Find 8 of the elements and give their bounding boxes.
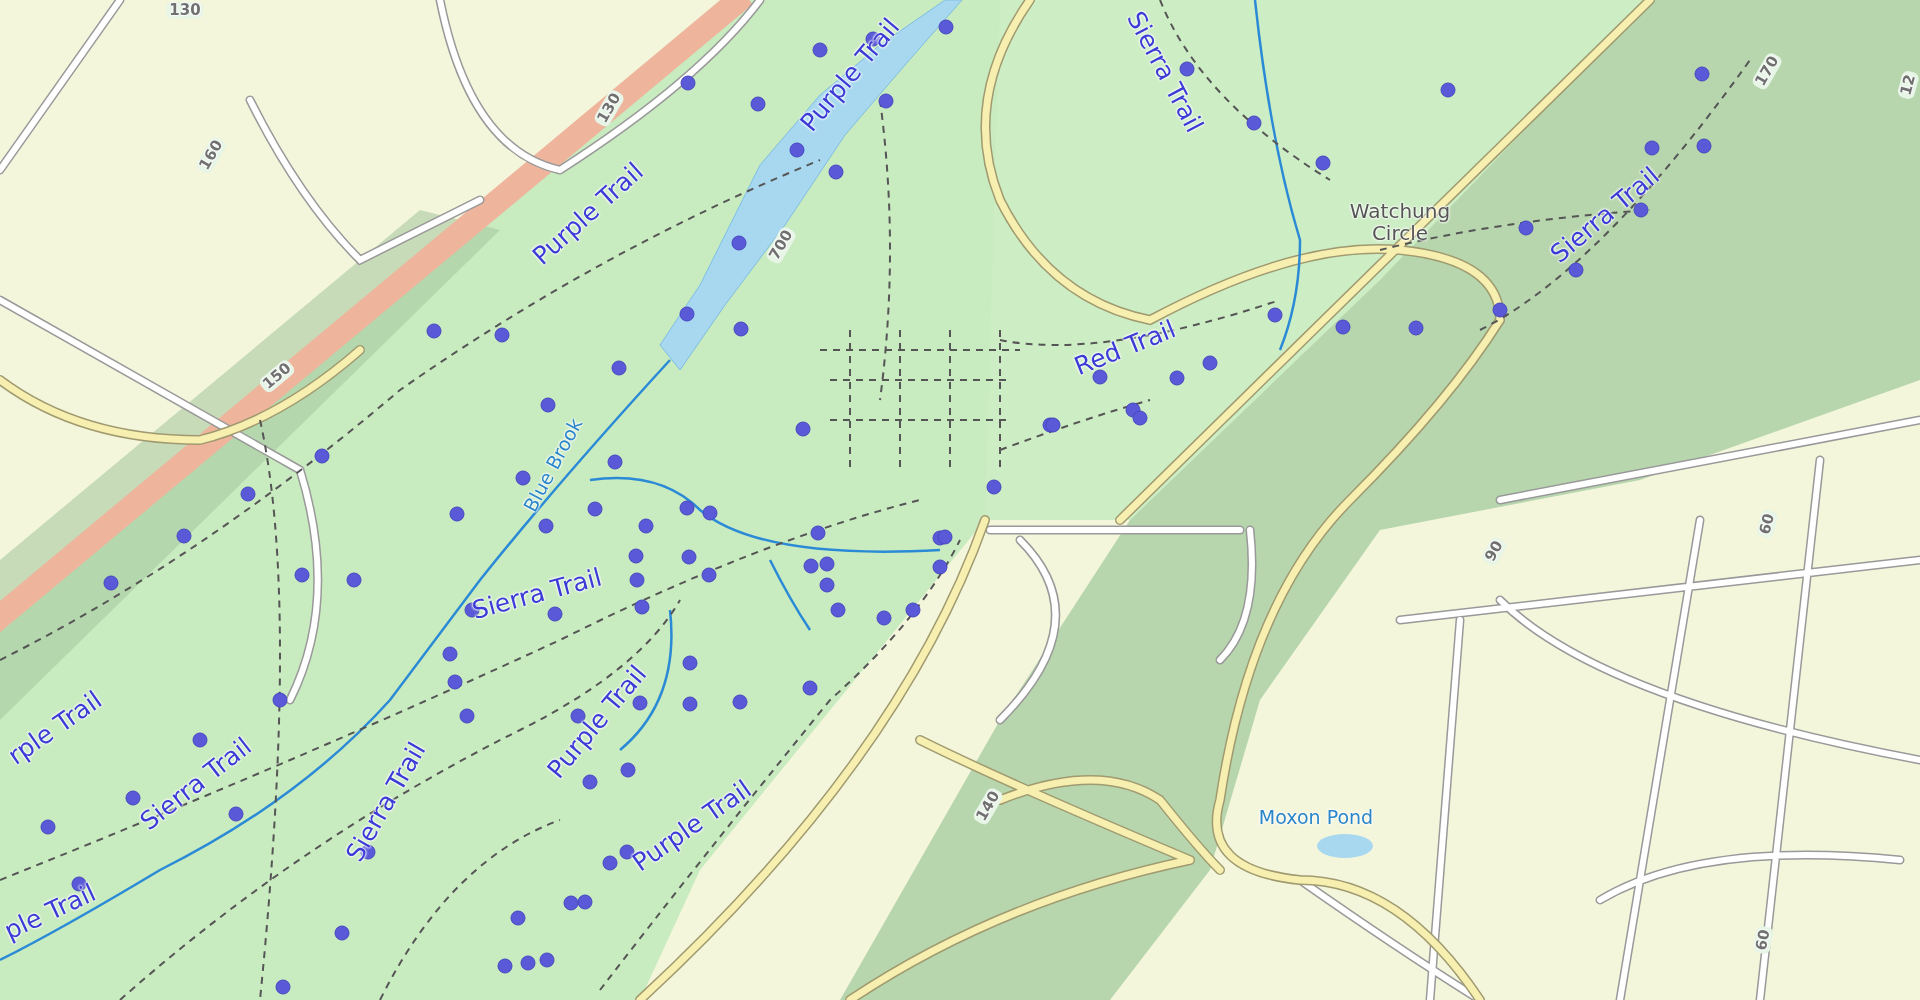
trail-name-label: Red Trail xyxy=(1070,315,1180,381)
elevation-label: 130 xyxy=(166,1,204,19)
trail-name-label: Sierra Trail xyxy=(469,563,605,625)
water-name-label: Moxon Pond xyxy=(1258,806,1374,828)
elevation-label: 60 xyxy=(1752,925,1774,955)
pond xyxy=(1317,834,1373,858)
trail-name-label: ple Trail xyxy=(0,879,100,945)
trail-name-label: rple Trail xyxy=(3,685,107,771)
